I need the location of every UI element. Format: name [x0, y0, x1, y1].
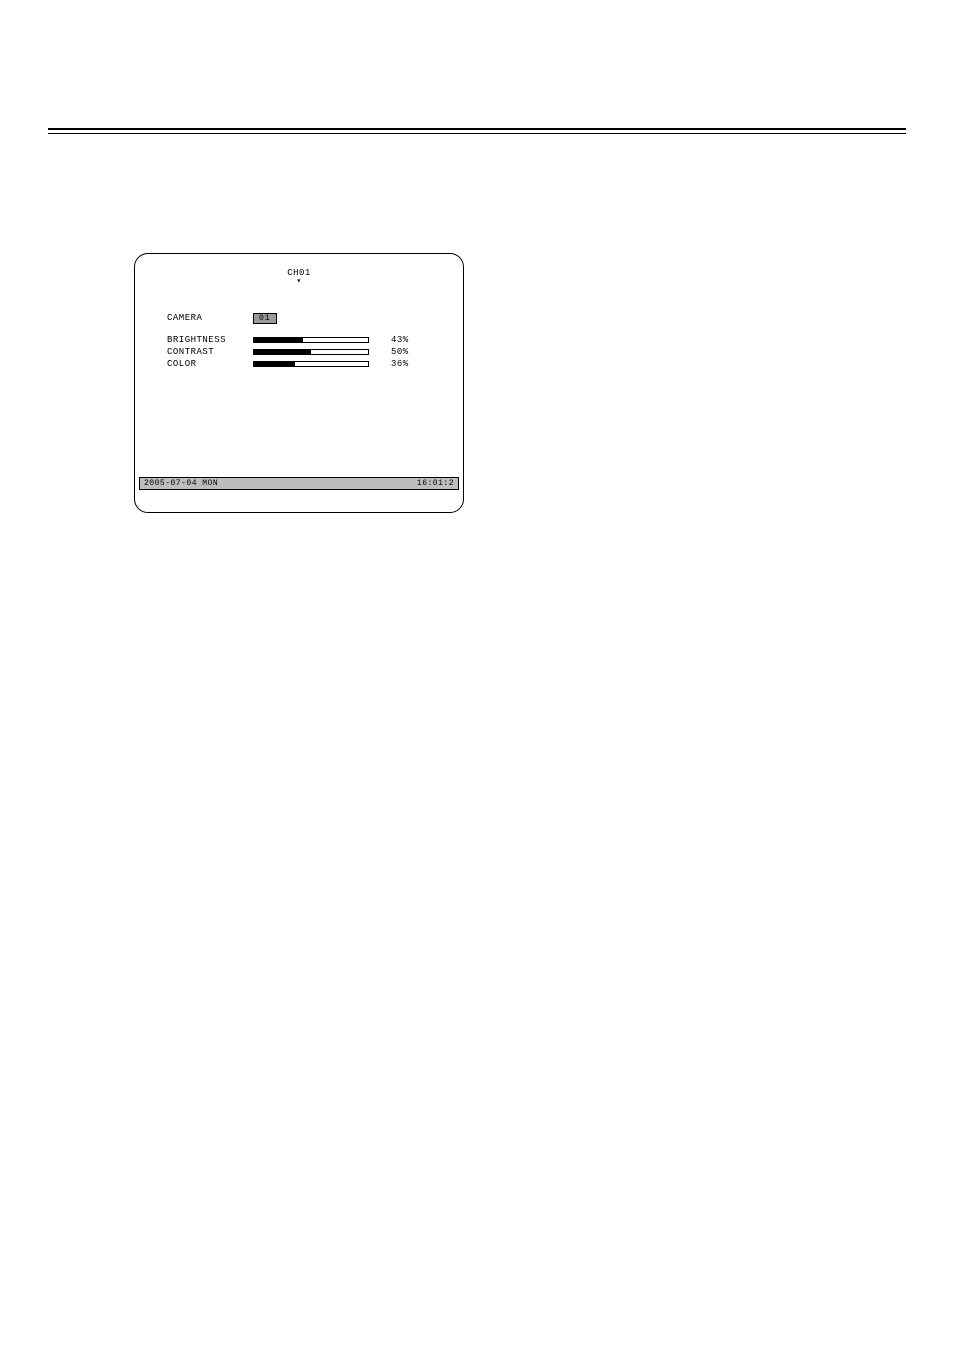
brightness-slider[interactable]: [253, 336, 373, 344]
color-slider[interactable]: [253, 360, 373, 368]
color-label: COLOR: [167, 359, 253, 369]
color-row[interactable]: COLOR 36%: [167, 358, 449, 370]
contrast-row[interactable]: CONTRAST 50%: [167, 346, 449, 358]
brightness-row[interactable]: BRIGHTNESS 43%: [167, 334, 449, 346]
settings-area: CAMERA 01 BRIGHTNESS 43% CONTRAST 50% CO…: [167, 312, 449, 370]
status-bar: 2005-07-04 MON 16:01:2: [139, 477, 459, 490]
contrast-value: 50%: [391, 347, 409, 357]
slider-fill: [253, 349, 311, 355]
color-value: 36%: [391, 359, 409, 369]
slider-fill: [253, 337, 303, 343]
camera-number[interactable]: 01: [253, 313, 277, 324]
camera-label: CAMERA: [167, 313, 253, 323]
channel-title-block: CH01 ▾: [287, 268, 311, 285]
brightness-label: BRIGHTNESS: [167, 335, 253, 345]
status-time: 16:01:2: [417, 479, 454, 488]
status-date: 2005-07-04 MON: [144, 479, 218, 488]
camera-row[interactable]: CAMERA 01: [167, 312, 449, 324]
contrast-slider[interactable]: [253, 348, 373, 356]
chevron-down-icon: ▾: [287, 279, 311, 285]
camera-osd-panel: CH01 ▾ CAMERA 01 BRIGHTNESS 43% CONTRAST…: [134, 253, 464, 513]
slider-fill: [253, 361, 295, 367]
brightness-value: 43%: [391, 335, 409, 345]
page-divider: [48, 128, 906, 134]
contrast-label: CONTRAST: [167, 347, 253, 357]
